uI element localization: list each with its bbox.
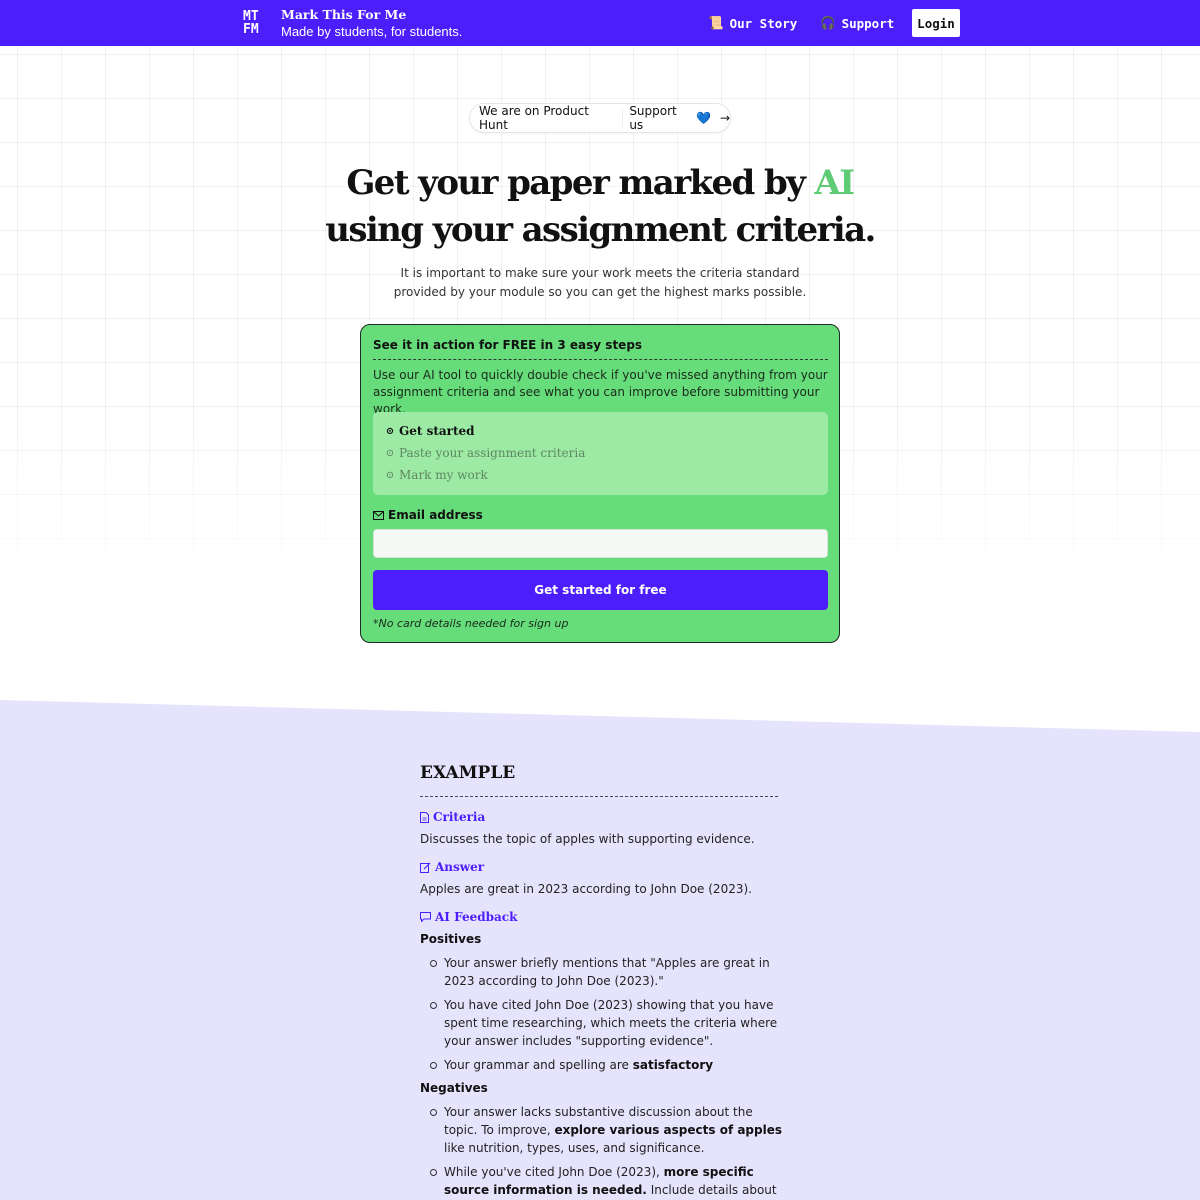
brand: Mark This For Me Made by students, for s… [281, 7, 462, 41]
hero-title: Get your paper marked by AI using your as… [300, 160, 900, 254]
chat-icon [420, 912, 431, 922]
step-label: Get started [399, 424, 475, 438]
get-started-button[interactable]: Get started for free [373, 570, 828, 610]
hero-title-part1: Get your paper marked by [346, 163, 815, 203]
list-item: You have cited John Doe (2023) showing t… [430, 996, 784, 1050]
criteria-label: Criteria [420, 810, 485, 824]
brand-tagline: Made by students, for students. [281, 24, 463, 39]
no-card-note: *No card details needed for sign up [373, 617, 569, 630]
criteria-text: Discusses the topic of apples with suppo… [420, 832, 755, 846]
logo-line-bottom: FM [243, 22, 259, 37]
login-button[interactable]: Login [912, 9, 960, 37]
positives-heading: Positives [420, 932, 482, 946]
nav-our-story-link[interactable]: 📜 Our Story [708, 15, 797, 31]
example-title: EXAMPLE [420, 763, 516, 783]
list-item: Your grammar and spelling are satisfacto… [430, 1056, 784, 1074]
heart-icon: 💙 [695, 111, 711, 125]
ai-feedback-label: AI Feedback [420, 910, 517, 924]
list-item: While you've cited John Doe (2023), more… [430, 1163, 784, 1200]
check-circle-icon: ⊙ [385, 425, 395, 437]
signup-card: See it in action for FREE in 3 easy step… [360, 324, 840, 643]
arrow-right-icon: → [719, 111, 730, 125]
negatives-heading: Negatives [420, 1081, 488, 1095]
step-label: Mark my work [399, 468, 488, 482]
document-icon [420, 811, 429, 823]
edit-icon [420, 862, 431, 873]
nav-support-label: Support [841, 15, 895, 31]
nav-our-story-label: Our Story [729, 15, 798, 31]
negatives-list: Your answer lacks substantive discussion… [430, 1103, 784, 1200]
step-paste-criteria: ⊙ Paste your assignment criteria [385, 446, 586, 460]
ai-feedback-label-text: AI Feedback [435, 910, 518, 924]
product-hunt-banner[interactable]: We are on Product Hunt Support us 💙 → [469, 103, 731, 133]
logo[interactable]: MT FM [243, 10, 259, 36]
card-divider [373, 359, 828, 360]
steps-panel: ⊙ Get started ⊙ Paste your assignment cr… [373, 412, 828, 495]
headphones-icon: 🎧 [820, 15, 836, 30]
scroll-icon: 📜 [708, 15, 724, 30]
hero-title-part2: using your assignment criteria. [325, 210, 876, 250]
nav-support-link[interactable]: 🎧 Support [820, 15, 894, 31]
hero-subtitle: It is important to make sure your work m… [393, 266, 807, 299]
check-circle-icon: ⊙ [385, 447, 395, 459]
list-item: Your answer lacks substantive discussion… [430, 1105, 783, 1155]
answer-text: Apples are great in 2023 according to Jo… [420, 882, 752, 896]
answer-label-text: Answer [435, 860, 485, 874]
positives-list: Your answer briefly mentions that "Apple… [430, 954, 784, 1080]
criteria-label-text: Criteria [433, 810, 486, 824]
pill-divider [622, 109, 624, 127]
email-input[interactable] [373, 529, 828, 558]
check-circle-icon: ⊙ [385, 469, 395, 481]
step-mark-work: ⊙ Mark my work [385, 468, 488, 482]
brand-name: Mark This For Me [281, 7, 407, 22]
example-divider [420, 796, 778, 797]
list-item: Your answer briefly mentions that "Apple… [430, 954, 784, 990]
card-title: See it in action for FREE in 3 easy step… [373, 338, 643, 352]
answer-label: Answer [420, 860, 484, 874]
email-label-text: Email address [388, 508, 483, 522]
card-description: Use our AI tool to quickly double check … [373, 368, 828, 416]
envelope-icon [373, 510, 384, 520]
support-us-text: Support us [629, 104, 677, 132]
email-label: Email address [373, 508, 483, 522]
top-navbar: MT FM Mark This For Me Made by students,… [0, 0, 1200, 46]
step-get-started: ⊙ Get started [385, 424, 475, 438]
hero-title-highlight: AI [814, 163, 856, 203]
product-hunt-text: We are on Product Hunt [479, 104, 589, 132]
step-label: Paste your assignment criteria [399, 446, 586, 460]
